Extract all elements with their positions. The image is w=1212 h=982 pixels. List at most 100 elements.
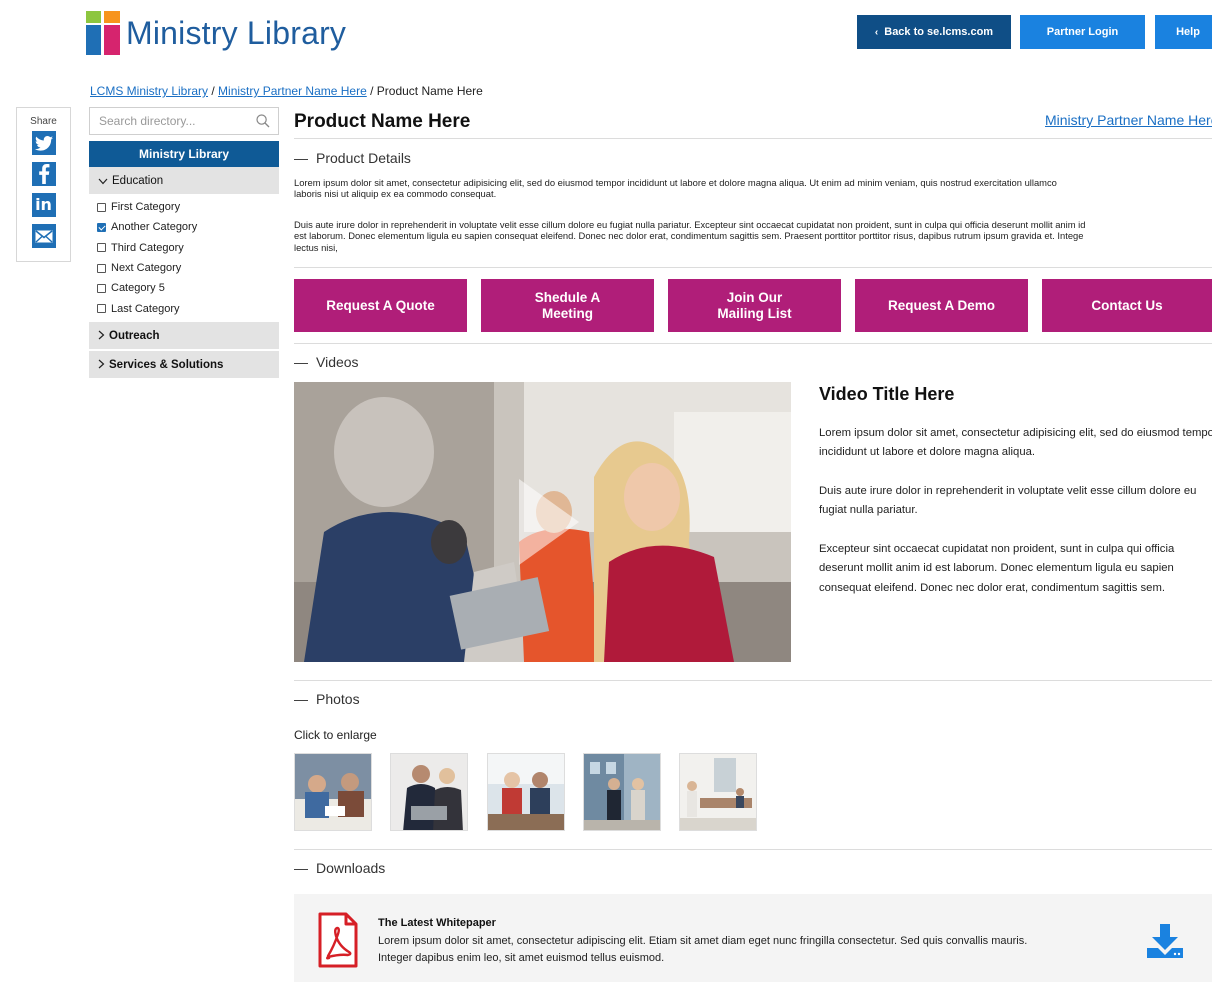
section-heading: Downloads [316, 860, 386, 876]
category-label: Another Category [111, 221, 198, 234]
section-heading: Product Details [316, 150, 411, 166]
text-line: Integer dapibus enim leo, sit amet euism… [378, 952, 665, 964]
download-description: Lorem ipsum dolor sit amet, consectetur … [378, 933, 1027, 967]
text-line: lectus nisi, [294, 241, 338, 253]
category-item[interactable]: Last Category [97, 298, 197, 318]
divider [294, 680, 1212, 681]
twitter-icon[interactable] [31, 131, 56, 155]
directory-search [89, 107, 279, 135]
text-line: Duis aute irure dolor in reprehenderit i… [294, 219, 1086, 230]
back-to-site-button[interactable]: ‹ Back to se.lcms.com [857, 15, 1011, 49]
category-label: Next Category [111, 262, 182, 275]
chevron-right-icon [98, 329, 105, 343]
checkbox[interactable] [97, 263, 106, 273]
video-description-3: Excepteur sint occaecat cupidatat non pr… [819, 543, 1175, 594]
chevron-down-icon [98, 174, 108, 188]
chevron-left-icon: ‹ [874, 26, 879, 38]
email-icon[interactable] [31, 224, 56, 248]
photo-thumbnail[interactable] [679, 753, 757, 831]
checkbox[interactable] [97, 283, 106, 293]
photos-hint: Click to enlarge [294, 728, 377, 742]
sidebar-group-outreach[interactable]: Outreach [89, 322, 279, 349]
divider [294, 849, 1212, 850]
photo-thumbnail[interactable] [294, 753, 372, 831]
logo-text: Ministry Library [126, 14, 347, 51]
category-item[interactable]: First Category [97, 197, 197, 217]
share-panel: Share in [16, 107, 71, 262]
breadcrumb: LCMS Ministry Library / Ministry Partner… [90, 84, 483, 98]
collapse-icon: — [294, 150, 308, 166]
download-icon[interactable] [1146, 922, 1184, 965]
search-input[interactable] [90, 108, 250, 134]
checkbox[interactable] [97, 243, 106, 253]
pdf-icon [318, 912, 358, 973]
photo-thumbnail[interactable] [390, 753, 468, 831]
group-label: Outreach [109, 329, 160, 342]
details-paragraph-2: Duis aute irure dolor in reprehenderit i… [294, 219, 1212, 253]
collapse-icon: — [294, 354, 308, 370]
group-label: Education [112, 174, 164, 187]
product-details-toggle[interactable]: — Product Details [294, 150, 411, 166]
breadcrumb-separator: / [208, 84, 219, 98]
checkbox-checked[interactable] [97, 222, 106, 232]
download-title: The Latest Whitepaper [378, 917, 496, 929]
text-line: laboris nisi ut aliquip ex ea commodo co… [294, 188, 497, 200]
sidebar-title[interactable]: Ministry Library [89, 141, 279, 167]
video-title: Video Title Here [819, 384, 955, 404]
category-list: First Category Another Category Third Ca… [97, 197, 197, 319]
section-heading: Photos [316, 691, 360, 707]
search-icon[interactable] [256, 114, 270, 133]
checkbox[interactable] [97, 202, 106, 212]
linkedin-icon[interactable]: in [31, 193, 56, 217]
product-title: Product Name Here [294, 111, 471, 132]
video-description-2: Duis aute irure dolor in reprehenderit i… [819, 485, 1197, 517]
photo-thumbnail[interactable] [487, 753, 565, 831]
text-line: est laborum. Donec elementum ligula eu s… [294, 230, 1084, 242]
facebook-icon[interactable] [31, 162, 56, 186]
category-item[interactable]: Category 5 [97, 278, 197, 298]
sidebar-group-services[interactable]: Services & Solutions [89, 351, 279, 378]
divider [294, 343, 1212, 344]
partner-link[interactable]: Ministry Partner Name Here [1045, 112, 1212, 128]
collapse-icon: — [294, 691, 308, 707]
join-mailing-list-button[interactable]: Join Our Mailing List [668, 279, 841, 332]
schedule-meeting-button[interactable]: Shedule A Meeting [481, 279, 654, 332]
downloads-toggle[interactable]: — Downloads [294, 860, 385, 876]
video-thumbnail [294, 382, 791, 662]
logo-mark [86, 11, 120, 55]
divider [294, 138, 1212, 139]
divider [294, 267, 1212, 268]
category-label: First Category [111, 201, 181, 214]
collapse-icon: — [294, 860, 308, 876]
category-item[interactable]: Next Category [97, 258, 197, 278]
breadcrumb-separator: / [366, 84, 377, 98]
checkbox[interactable] [97, 304, 106, 314]
share-label: Share [30, 116, 57, 127]
request-demo-button[interactable]: Request A Demo [855, 279, 1028, 332]
help-button[interactable]: Help [1155, 15, 1212, 49]
category-label: Third Category [111, 241, 184, 254]
category-label: Category 5 [111, 282, 165, 295]
contact-us-button[interactable]: Contact Us [1042, 279, 1212, 332]
category-item[interactable]: Third Category [97, 238, 197, 258]
text-line: Lorem ipsum dolor sit amet, consectetur … [294, 177, 1057, 188]
video-player[interactable] [294, 382, 791, 662]
partner-login-button[interactable]: Partner Login [1020, 15, 1145, 49]
category-label: Last Category [111, 302, 180, 315]
photos-toggle[interactable]: — Photos [294, 691, 360, 707]
breadcrumb-link-library[interactable]: LCMS Ministry Library [90, 84, 208, 98]
video-description-1: Lorem ipsum dolor sit amet, consectetur … [819, 427, 1212, 459]
videos-toggle[interactable]: — Videos [294, 354, 359, 370]
details-paragraph-1: Lorem ipsum dolor sit amet, consectetur … [294, 177, 1212, 200]
sidebar-group-education[interactable]: Education [89, 167, 279, 194]
text-line: Lorem ipsum dolor sit amet, consectetur … [378, 935, 1028, 947]
request-quote-button[interactable]: Request A Quote [294, 279, 467, 332]
category-item[interactable]: Another Category [97, 217, 197, 237]
section-heading: Videos [316, 354, 359, 370]
breadcrumb-link-partner[interactable]: Ministry Partner Name Here [218, 84, 367, 98]
photo-thumbnail[interactable] [583, 753, 661, 831]
breadcrumb-current: Product Name Here [376, 84, 483, 98]
back-label: Back to se.lcms.com [884, 26, 994, 38]
site-logo[interactable]: Ministry Library [86, 11, 346, 55]
chevron-right-icon [98, 358, 105, 372]
